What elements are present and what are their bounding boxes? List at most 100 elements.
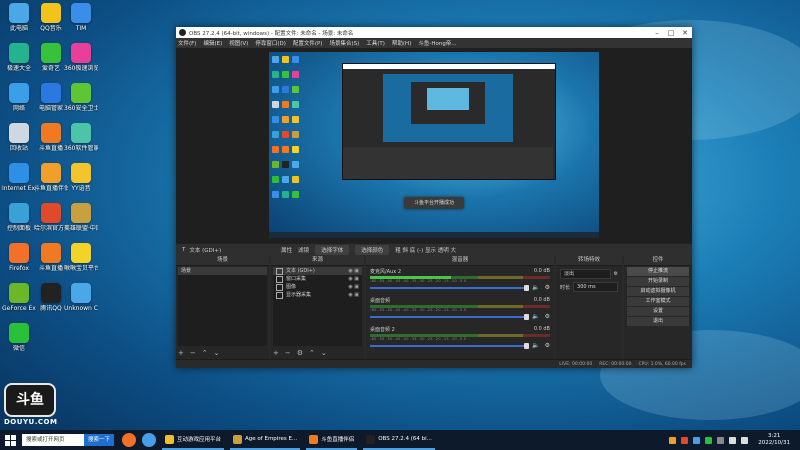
slider-knob[interactable] (524, 342, 530, 349)
close-icon[interactable]: ✕ (678, 29, 692, 37)
slider-knob[interactable] (524, 313, 530, 320)
obs-titlebar[interactable]: OBS 27.2.4 (64-bit, windows) - 配置文件: 未命名… (176, 27, 692, 38)
taskbar-task[interactable]: 斗鱼直播伴侣 (306, 430, 358, 450)
menu-item[interactable]: 文件(F) (178, 39, 196, 47)
properties-button[interactable]: 属性 (281, 246, 292, 254)
up-icon[interactable]: ⌃ (202, 349, 208, 357)
control-panel-icon[interactable]: 控制面板 (2, 203, 36, 232)
remove-icon[interactable]: − (285, 349, 291, 357)
menu-item[interactable]: 帮助(H) (392, 39, 411, 47)
ie-icon[interactable]: Internet Explorer (2, 163, 36, 192)
geforce-icon[interactable]: GeForce Experience (2, 283, 36, 312)
sources-list[interactable]: 文本 (GDI+) ◉ ▣ 窗口采集 ◉ ▣ 图像 ◉ ▣ 显示器采集 ◉ ▣ (273, 267, 362, 346)
tim-icon[interactable]: TIM (64, 3, 98, 32)
menu-item[interactable]: 停靠窗口(D) (255, 39, 286, 47)
select-color-button[interactable]: 选择颜色 (355, 245, 390, 255)
lol-icon[interactable]: 英雄联盟·中国工作室直播 (64, 203, 98, 232)
control-button[interactable]: 启动虚拟摄像机 (627, 287, 689, 296)
menu-item[interactable]: 配置文件(P) (293, 39, 323, 47)
filters-button[interactable]: 滤镜 (298, 246, 309, 254)
volume-tray-icon[interactable] (741, 436, 749, 444)
menu-item[interactable]: 视图(V) (229, 39, 248, 47)
qq-icon[interactable]: 腾讯QQ (34, 283, 68, 312)
game-icon[interactable]: 啾啾宝贝平台中文版 (64, 243, 98, 272)
volume-slider[interactable]: 🔈 ⚙ (370, 313, 550, 320)
control-button[interactable]: 设置 (627, 307, 689, 316)
speaker-icon[interactable]: 🔈 (532, 342, 539, 349)
select-font-button[interactable]: 选择字体 (315, 245, 350, 255)
start-button[interactable] (0, 430, 20, 450)
tray-app-icon[interactable] (717, 436, 725, 444)
douyu-companion-icon[interactable]: 斗鱼直播伴侣 (34, 163, 68, 192)
tray-app-icon[interactable] (681, 436, 689, 444)
taskbar-task[interactable]: OBS 27.2.4 (64 bi... (363, 430, 435, 450)
taskbar-task[interactable]: Age of Empires E... (230, 430, 301, 450)
volume-slider[interactable]: 🔈 ⚙ (370, 342, 550, 349)
visibility-lock-icon[interactable]: ◉ ▣ (348, 291, 359, 299)
maximize-icon[interactable]: □ (664, 29, 678, 37)
360-safe-icon[interactable]: 360安全卫士 (64, 83, 98, 112)
menu-item[interactable]: 场景集合(S) (329, 39, 359, 47)
pc-manager-icon[interactable]: 电脑管家 (34, 83, 68, 112)
down-icon[interactable]: ⌄ (214, 349, 220, 357)
source-item[interactable]: 图像 ◉ ▣ (273, 283, 362, 291)
yy-icon[interactable]: YY语音 (64, 163, 98, 192)
360-software-icon[interactable]: 360软件管家 (64, 123, 98, 152)
obs-preview[interactable] (176, 48, 692, 243)
visibility-lock-icon[interactable]: ◉ ▣ (348, 275, 359, 283)
taskbar-clock[interactable]: 3:21 2022/10/31 (758, 433, 790, 447)
firefox-icon[interactable]: Firefox (2, 243, 36, 272)
volume-slider[interactable]: 🔈 ⚙ (370, 284, 550, 291)
control-button[interactable]: 开始录制 (627, 277, 689, 286)
source-item[interactable]: 文本 (GDI+) ◉ ▣ (273, 267, 362, 275)
preview-canvas[interactable] (269, 52, 599, 238)
add-icon[interactable]: + (178, 349, 184, 357)
control-button[interactable]: 退出 (627, 317, 689, 326)
remove-icon[interactable]: − (190, 349, 196, 357)
this-pc-icon[interactable]: 此电脑 (2, 3, 36, 32)
douyu-live-icon[interactable]: 斗鱼直播 (34, 123, 68, 152)
gear-icon[interactable]: ⚙ (545, 342, 550, 349)
menu-item[interactable]: 工具(T) (366, 39, 385, 47)
qq-music-icon[interactable]: QQ音乐 (34, 3, 68, 32)
slider-knob[interactable] (524, 284, 530, 291)
speed-icon[interactable]: 极速大全 (2, 43, 36, 72)
recycle-bin-icon[interactable]: 回收站 (2, 123, 36, 152)
control-button[interactable]: 工作室模式 (627, 297, 689, 306)
network-tray-icon[interactable] (729, 436, 737, 444)
iqiyi-icon[interactable]: 爱奇艺 (34, 43, 68, 72)
360-browser-icon[interactable]: 360极速浏览器 (64, 43, 98, 72)
tray-app-icon[interactable] (669, 436, 677, 444)
firefox-icon[interactable] (122, 433, 137, 447)
official-platform-icon[interactable]: 哈尔滨官方平台 (34, 203, 68, 232)
scenes-list[interactable]: 场景 (178, 267, 267, 346)
source-item[interactable]: 显示器采集 ◉ ▣ (273, 291, 362, 299)
visibility-lock-icon[interactable]: ◉ ▣ (348, 283, 359, 291)
scene-item[interactable]: 场景 (178, 267, 267, 275)
speaker-icon[interactable]: 🔈 (532, 313, 539, 320)
down-icon[interactable]: ⌄ (321, 349, 327, 357)
source-item[interactable]: 窗口采集 ◉ ▣ (273, 275, 362, 283)
speaker-icon[interactable]: 🔈 (532, 284, 539, 291)
chrome-icon[interactable] (142, 433, 157, 447)
gear-icon[interactable]: ⚙ (545, 284, 550, 291)
up-icon[interactable]: ⌃ (309, 349, 315, 357)
search-button[interactable]: 搜索一下 (84, 434, 115, 446)
control-button[interactable]: 停止推流 (627, 267, 689, 276)
taskbar-task[interactable]: 互动游戏应用平台 (162, 430, 225, 450)
network-icon[interactable]: 网络 (2, 83, 36, 112)
text-options[interactable]: 粗 斜 底 (-) 显示 透明 大 (395, 246, 456, 254)
duration-input[interactable]: 300 ms (573, 282, 618, 292)
douyu-live-icon-2[interactable]: 斗鱼直播 (34, 243, 68, 272)
minimize-icon[interactable]: – (650, 29, 664, 37)
taskbar-search[interactable]: 搜索或打开网页 (22, 434, 84, 446)
wechat-icon[interactable]: 微信 (2, 323, 36, 352)
menu-item[interactable]: 斗鱼-Hong帝... (418, 39, 456, 47)
unknown-core-icon[interactable]: Unknown Core (64, 283, 98, 312)
tray-app-icon[interactable] (693, 436, 701, 444)
gear-icon[interactable]: ⚙ (545, 313, 550, 320)
transition-select[interactable]: 淡出 (560, 269, 611, 279)
menu-item[interactable]: 编辑(E) (203, 39, 222, 47)
tray-app-icon[interactable] (705, 436, 713, 444)
visibility-lock-icon[interactable]: ◉ ▣ (348, 267, 359, 275)
